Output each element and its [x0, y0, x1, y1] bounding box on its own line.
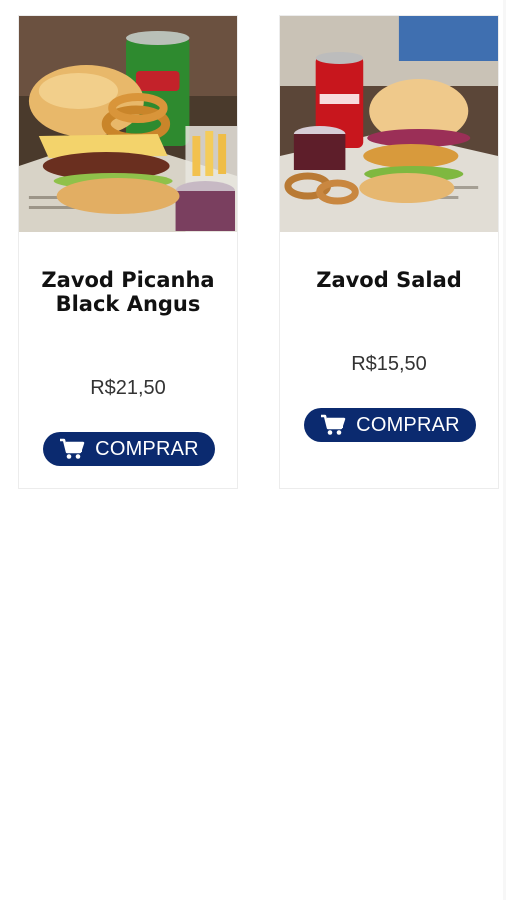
product-card[interactable]: Zavod Salad R$15,50 COMPRAR — [279, 15, 499, 489]
product-list-page: Zavod Picanha Black Angus R$21,50 COMPRA… — [0, 0, 506, 900]
product-photo[interactable] — [280, 16, 498, 232]
product-title[interactable]: Zavod Picanha Black Angus — [27, 268, 229, 316]
product-photo[interactable] — [19, 16, 237, 232]
cart-icon — [59, 438, 85, 460]
buy-button[interactable]: COMPRAR — [304, 408, 476, 442]
buy-button-label: COMPRAR — [356, 413, 460, 436]
product-price: R$15,50 — [351, 353, 427, 375]
cart-icon — [320, 414, 346, 436]
product-title[interactable]: Zavod Salad — [288, 268, 490, 292]
product-card[interactable]: Zavod Picanha Black Angus R$21,50 COMPRA… — [18, 15, 238, 489]
buy-button[interactable]: COMPRAR — [43, 432, 215, 466]
buy-button-label: COMPRAR — [95, 437, 199, 460]
product-price: R$21,50 — [90, 377, 166, 399]
